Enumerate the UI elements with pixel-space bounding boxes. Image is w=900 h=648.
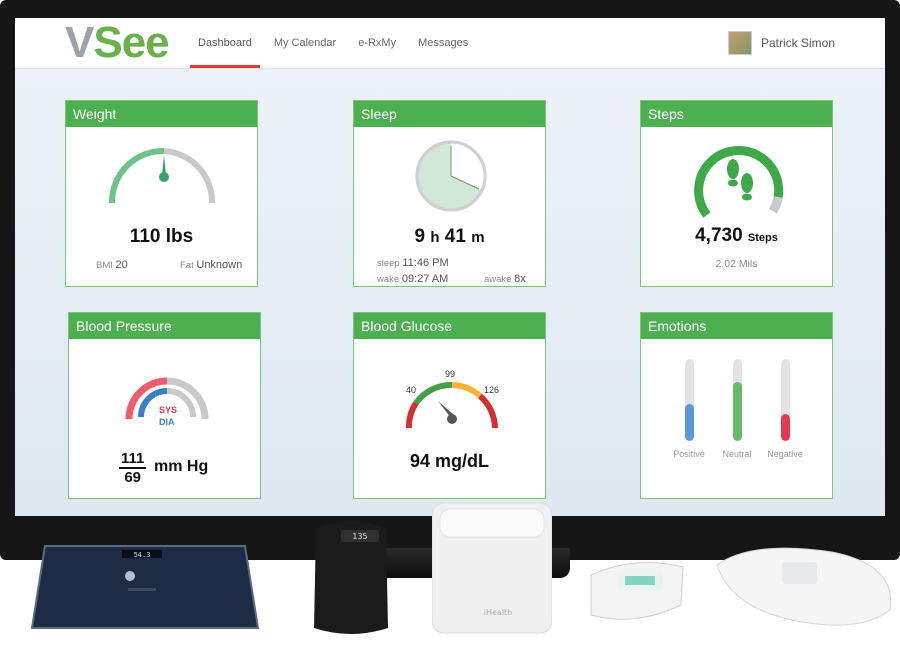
weight-title: Weight <box>66 101 257 127</box>
sleep-duration: 9 h 41 m <box>414 226 485 247</box>
bp-unit: mm Hg <box>154 458 209 475</box>
dia-label: DIA <box>159 417 175 427</box>
emotion-bar-positive <box>684 359 694 441</box>
wrist-bp-monitor-device: iHealth <box>432 503 552 634</box>
emotion-label-positive: Positive <box>673 449 705 459</box>
blood-pressure-title: Blood Pressure <box>69 313 260 339</box>
glucose-tick-low: 40 <box>406 385 417 395</box>
steps-distance: 2.02 Mils <box>715 258 758 270</box>
emotion-label-negative: Negative <box>767 449 803 459</box>
sleep-title: Sleep <box>354 101 545 127</box>
footsteps-icon <box>694 146 784 218</box>
emotions-card[interactable]: Emotions Positive Neutral Negative <box>640 312 833 499</box>
blood-pressure-card[interactable]: Blood Pressure SYS DIA 111 69 mm Hg <box>68 312 261 499</box>
blood-glucose-title: Blood Glucose <box>354 313 545 339</box>
svg-text:135: 135 <box>352 532 367 541</box>
vsee-logo[interactable]: VSee <box>65 20 170 66</box>
bmi-stat: BMI 20 <box>96 259 128 271</box>
svg-text:54.3: 54.3 <box>134 551 151 559</box>
pulse-oximeter-device <box>590 562 684 620</box>
sleep-time: sleep 11:46 PM <box>377 257 449 269</box>
main-nav: Dashboard My Calendar e-RxMy Messages <box>190 18 482 68</box>
fat-stat: Fat Unknown <box>180 259 243 271</box>
blood-glucose-card[interactable]: Blood Glucose 40 99 126 94 mg/dL <box>353 312 546 499</box>
glucose-value: 94 mg/dL <box>409 451 489 471</box>
emotions-title: Emotions <box>641 313 832 339</box>
glucose-tick-high: 126 <box>484 385 500 395</box>
weight-value-line: 110 lbs <box>129 226 194 247</box>
svg-text:iHealth: iHealth <box>484 608 513 617</box>
app-screen: VSee Dashboard My Calendar e-RxMy Messag… <box>15 18 885 516</box>
nav-e-rxmy[interactable]: e-RxMy <box>350 18 404 68</box>
glucose-gauge-icon <box>406 381 498 429</box>
smart-scale-device: 54.3 <box>30 545 260 629</box>
glucose-tick-mid: 99 <box>445 369 456 379</box>
avatar[interactable] <box>727 31 752 55</box>
clock-icon <box>415 140 487 212</box>
fitness-band-device: 135 <box>314 522 388 634</box>
emotion-label-neutral: Neutral <box>722 449 752 459</box>
steps-title: Steps <box>641 101 832 127</box>
emotion-bar-negative <box>780 359 790 441</box>
app-header: VSee Dashboard My Calendar e-RxMy Messag… <box>15 18 885 69</box>
sleep-card[interactable]: Sleep 9 h 41 m sleep 11:46 PM wake 09:27… <box>353 100 546 287</box>
weight-card[interactable]: Weight 110 lbs BMI 20 Fat Unknown <box>65 100 258 287</box>
nav-my-calendar[interactable]: My Calendar <box>266 18 344 68</box>
nav-dashboard[interactable]: Dashboard <box>190 18 260 68</box>
emotion-bar-fill-negative <box>780 414 790 441</box>
awake-count: awake 8x <box>484 273 526 285</box>
emotion-bar-neutral <box>732 359 742 441</box>
steps-value-line: 4,730 Steps <box>695 225 778 246</box>
wake-time: wake 09:27 AM <box>377 273 449 285</box>
bp-reading: 111 69 <box>119 450 147 486</box>
nav-messages[interactable]: Messages <box>410 18 476 68</box>
weight-gauge-icon <box>108 147 216 204</box>
user-menu[interactable]: Patrick Simon <box>727 31 835 55</box>
steps-card[interactable]: Steps 4,730 Steps 2.02 Mils <box>640 100 833 287</box>
emotion-bar-fill-positive <box>684 404 694 441</box>
glucose-meter-device <box>716 547 892 626</box>
emotion-bar-fill-neutral <box>732 382 742 441</box>
sys-label: SYS <box>159 405 178 415</box>
user-name: Patrick Simon <box>760 36 835 50</box>
